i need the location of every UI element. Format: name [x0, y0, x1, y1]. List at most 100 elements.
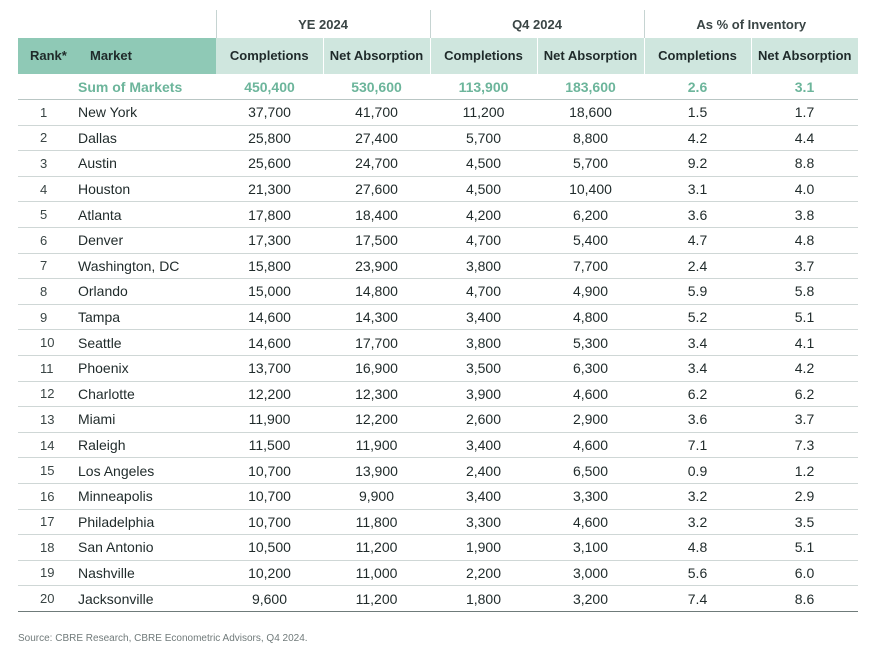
pct-net-absorption-cell: 6.2 — [751, 381, 859, 408]
market-cell: Houston — [70, 176, 216, 203]
q4-net-absorption-cell: 5,700 — [537, 150, 644, 177]
q4-net-absorption-cell: 2,900 — [537, 406, 644, 433]
q4-completions-cell: 4,500 — [430, 150, 537, 177]
rank-cell: 14 — [18, 432, 70, 459]
ye-net-absorption-cell: 27,400 — [323, 125, 430, 152]
group-header-ye2024: YE 2024 — [215, 10, 430, 38]
pct-completions-cell: 3.2 — [644, 509, 751, 536]
table-row: 7 Washington, DC 15,800 23,900 3,800 7,700 2.4… — [18, 253, 859, 280]
market-cell: Washington, DC — [70, 253, 216, 280]
pct-net-absorption-cell: 1.2 — [751, 457, 859, 484]
market-cell: Minneapolis — [70, 483, 216, 510]
pct-completions-cell: 5.2 — [644, 304, 751, 331]
q4-completions-cell: 2,400 — [430, 457, 537, 484]
rank-cell: 4 — [18, 176, 70, 203]
rank-cell: 10 — [18, 329, 70, 356]
column-header-pct-net-absorption: Net Absorption — [750, 38, 859, 74]
pct-completions-cell: 4.2 — [644, 125, 751, 152]
ye-completions-cell: 10,500 — [216, 534, 323, 561]
pct-completions-cell: 3.4 — [644, 355, 751, 382]
sum-pct-net-absorption: 3.1 — [751, 74, 859, 100]
q4-completions-cell: 3,900 — [430, 381, 537, 408]
q4-net-absorption-cell: 3,200 — [537, 585, 644, 612]
ye-completions-cell: 10,700 — [216, 457, 323, 484]
rank-cell: 2 — [18, 125, 70, 152]
market-cell: Jacksonville — [70, 585, 216, 612]
q4-net-absorption-cell: 4,600 — [537, 509, 644, 536]
rank-cell: 16 — [18, 483, 70, 510]
q4-completions-cell: 3,400 — [430, 483, 537, 510]
q4-net-absorption-cell: 4,900 — [537, 278, 644, 305]
table-row: 19 Nashville 10,200 11,000 2,200 3,000 5.6 6.0 — [18, 560, 859, 587]
table-row: 5 Atlanta 17,800 18,400 4,200 6,200 3.6 3.8 — [18, 201, 859, 228]
q4-net-absorption-cell: 10,400 — [537, 176, 644, 203]
pct-net-absorption-cell: 7.3 — [751, 432, 859, 459]
rank-cell: 13 — [18, 406, 70, 433]
ye-completions-cell: 37,700 — [216, 99, 323, 126]
ye-net-absorption-cell: 17,700 — [323, 329, 430, 356]
ye-completions-cell: 14,600 — [216, 329, 323, 356]
column-header-ye-completions: Completions — [216, 38, 323, 74]
ye-net-absorption-cell: 14,800 — [323, 278, 430, 305]
pct-completions-cell: 3.2 — [644, 483, 751, 510]
ye-completions-cell: 12,200 — [216, 381, 323, 408]
q4-completions-cell: 4,700 — [430, 278, 537, 305]
column-header-market: Market — [70, 38, 216, 74]
rank-cell: 11 — [18, 355, 70, 382]
ye-completions-cell: 17,800 — [216, 201, 323, 228]
market-cell: Austin — [70, 150, 216, 177]
ye-completions-cell: 11,500 — [216, 432, 323, 459]
pct-net-absorption-cell: 8.6 — [751, 585, 859, 612]
table-row: 20 Jacksonville 9,600 11,200 1,800 3,200 7.4 8.… — [18, 585, 859, 612]
pct-net-absorption-cell: 4.0 — [751, 176, 859, 203]
market-cell: Philadelphia — [70, 509, 216, 536]
q4-net-absorption-cell: 5,400 — [537, 227, 644, 254]
market-cell: New York — [70, 99, 216, 126]
column-header-q4-completions: Completions — [429, 38, 537, 74]
market-cell: Raleigh — [70, 432, 216, 459]
rank-cell: 6 — [18, 227, 70, 254]
table-row: 18 San Antonio 10,500 11,200 1,900 3,100 4.8 5.… — [18, 534, 859, 561]
pct-completions-cell: 4.7 — [644, 227, 751, 254]
ye-net-absorption-cell: 27,600 — [323, 176, 430, 203]
market-cell: Atlanta — [70, 201, 216, 228]
sum-pct-completions: 2.6 — [644, 74, 751, 100]
ye-completions-cell: 15,000 — [216, 278, 323, 305]
market-cell: Los Angeles — [70, 457, 216, 484]
ye-completions-cell: 10,700 — [216, 483, 323, 510]
market-table: YE 2024 Q4 2024 As % of Inventory Rank* … — [18, 10, 859, 612]
ye-net-absorption-cell: 11,200 — [323, 585, 430, 612]
ye-completions-cell: 11,900 — [216, 406, 323, 433]
rank-cell: 18 — [18, 534, 70, 561]
pct-net-absorption-cell: 4.8 — [751, 227, 859, 254]
table-row: 12 Charlotte 12,200 12,300 3,900 4,600 6.2 6.2 — [18, 381, 859, 408]
pct-net-absorption-cell: 5.8 — [751, 278, 859, 305]
rank-cell: 3 — [18, 150, 70, 177]
ye-completions-cell: 25,600 — [216, 150, 323, 177]
ye-net-absorption-cell: 11,200 — [323, 534, 430, 561]
market-table-container: YE 2024 Q4 2024 As % of Inventory Rank* … — [18, 10, 859, 612]
sum-ye-completions: 450,400 — [216, 74, 323, 100]
rank-cell: 8 — [18, 278, 70, 305]
table-row: 10 Seattle 14,600 17,700 3,800 5,300 3.4 4.1 — [18, 329, 859, 356]
ye-net-absorption-cell: 12,300 — [323, 381, 430, 408]
column-header-pct-completions: Completions — [643, 38, 751, 74]
q4-completions-cell: 3,800 — [430, 329, 537, 356]
ye-net-absorption-cell: 23,900 — [323, 253, 430, 280]
table-row: 3 Austin 25,600 24,700 4,500 5,700 9.2 8.8 — [18, 150, 859, 177]
pct-net-absorption-cell: 8.8 — [751, 150, 859, 177]
market-cell: Nashville — [70, 560, 216, 587]
table-row: 16 Minneapolis 10,700 9,900 3,400 3,300 3.2 2.9 — [18, 483, 859, 510]
pct-completions-cell: 0.9 — [644, 457, 751, 484]
q4-net-absorption-cell: 4,600 — [537, 432, 644, 459]
ye-completions-cell: 25,800 — [216, 125, 323, 152]
q4-completions-cell: 1,900 — [430, 534, 537, 561]
source-note: Source: CBRE Research, CBRE Econometric … — [18, 633, 308, 644]
market-cell: Miami — [70, 406, 216, 433]
pct-completions-cell: 7.4 — [644, 585, 751, 612]
market-cell: Seattle — [70, 329, 216, 356]
pct-net-absorption-cell: 3.7 — [751, 253, 859, 280]
column-header-ye-net-absorption: Net Absorption — [322, 38, 430, 74]
table-row: 14 Raleigh 11,500 11,900 3,400 4,600 7.1 7.3 — [18, 432, 859, 459]
ye-net-absorption-cell: 41,700 — [323, 99, 430, 126]
